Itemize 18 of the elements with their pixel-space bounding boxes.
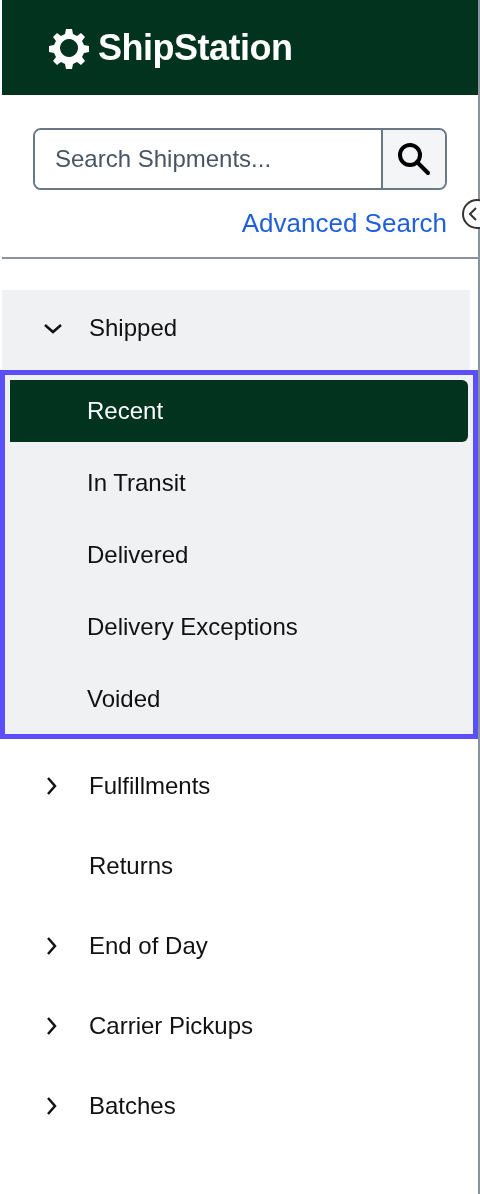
search-field[interactable]: Search Shipments... [33, 128, 447, 190]
search-button[interactable] [381, 130, 445, 188]
nav-item[interactable]: Shipped [2, 290, 470, 365]
logo-text: ShipStation [98, 26, 293, 69]
nav-subitem[interactable]: Voided [10, 668, 468, 730]
logo-icon [48, 26, 90, 69]
advanced-search-link[interactable]: Advanced Search [33, 208, 447, 239]
search-icon [396, 141, 432, 177]
nav-subitem[interactable]: Delivery Exceptions [10, 596, 468, 658]
nav-item[interactable]: Fulfillments [2, 746, 478, 826]
nav-subitem[interactable]: Delivered [10, 524, 468, 586]
nav-subitem[interactable]: Recent [10, 380, 468, 442]
nav-subitem[interactable]: In Transit [10, 452, 468, 514]
nav-item[interactable]: End of Day [2, 906, 478, 986]
chevron-left-icon [468, 207, 478, 221]
nav-item[interactable]: Returns [2, 826, 478, 906]
nav-item[interactable]: Batches [2, 1066, 478, 1146]
nav-item[interactable]: Carrier Pickups [2, 986, 478, 1066]
